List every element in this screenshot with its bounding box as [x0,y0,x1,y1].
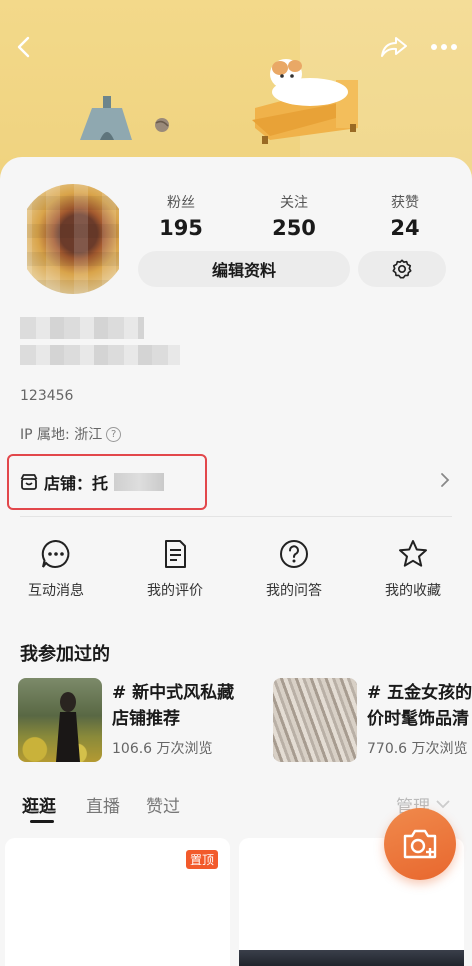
stat-value: 250 [272,216,316,240]
shop-label: 店铺：托 [44,474,109,493]
chevron-right-icon [441,473,450,487]
topic-views: 106.6 万次浏览 [112,741,213,757]
topic-thumbnail-figure [56,692,80,762]
chat-bubble-icon [41,539,70,568]
stat-following[interactable]: 关注 250 [249,192,339,240]
topic-thumbnail [273,678,357,762]
topic-title-line: 店铺推荐 [112,709,180,729]
divider [20,516,452,517]
tab-liked[interactable]: 赞过 [146,792,180,817]
tab-live[interactable]: 直播 [86,792,120,817]
chevron-down-icon [436,800,450,809]
back-button[interactable] [4,30,44,64]
action-label: 我的问答 [266,583,322,599]
settings-button[interactable] [358,251,446,287]
pinned-badge: 置顶 [186,850,219,869]
topic-card[interactable]: # 五金女孩的 价时髦饰品清 770.6 万次浏览 [273,678,472,762]
share-icon [381,37,407,57]
topic-views: 770.6 万次浏览 [367,741,468,757]
topic-title: # 五金女孩的 价时髦饰品清 [367,680,472,732]
shop-icon [20,474,38,490]
avatar[interactable] [18,184,128,294]
active-tab-indicator [30,820,54,823]
ip-location: IP 属地: 浙江 ? [20,424,122,444]
topic-title-line: 价时髦饰品清 [367,709,469,729]
blurred-nickname [20,317,144,339]
shop-link[interactable]: 店铺：托 [20,470,165,494]
topic-title-line: # 新中式风私藏 [112,683,235,703]
more-button[interactable] [424,30,464,64]
share-button[interactable] [374,30,414,64]
topic-title: # 新中式风私藏 店铺推荐 [112,680,262,732]
more-dots-icon [431,44,457,50]
shop-arrow[interactable] [440,472,450,492]
participated-title: 我参加过的 [20,644,110,665]
blurred-shop-name [114,473,165,491]
action-label: 我的收藏 [385,583,441,599]
action-qa[interactable]: 我的问答 [249,538,339,600]
topic-title-line: # 五金女孩的 [367,683,472,703]
action-favorites[interactable]: 我的收藏 [368,538,458,600]
help-icon[interactable]: ? [106,426,122,442]
star-icon [399,540,427,567]
stat-value: 24 [390,216,420,240]
camera-button[interactable] [384,808,456,880]
topic-thumbnail [18,678,102,762]
action-interactions[interactable]: 互动消息 [11,538,101,600]
stat-label: 关注 [280,195,308,211]
stat-value: 195 [159,216,203,240]
post-thumbnail [239,950,464,966]
stat-likes[interactable]: 获赞 24 [360,192,450,240]
tab-browse[interactable]: 逛逛 [22,792,56,817]
stat-label: 获赞 [391,195,419,211]
ip-location-text: IP 属地: 浙江 [20,427,103,443]
gear-icon [392,259,412,279]
camera-add-icon [403,829,437,859]
document-icon [165,540,186,568]
action-label: 我的评价 [147,583,203,599]
action-label: 互动消息 [28,583,84,599]
user-id: 123456 [20,388,74,404]
stat-fans[interactable]: 粉丝 195 [136,192,226,240]
topic-card[interactable]: # 新中式风私藏 店铺推荐 106.6 万次浏览 [18,678,258,762]
question-icon [280,540,308,568]
stat-label: 粉丝 [167,195,195,211]
action-reviews[interactable]: 我的评价 [130,538,220,600]
chevron-left-icon [17,36,30,58]
blurred-bio [20,345,180,365]
edit-profile-button[interactable]: 编辑资料 [138,251,350,287]
